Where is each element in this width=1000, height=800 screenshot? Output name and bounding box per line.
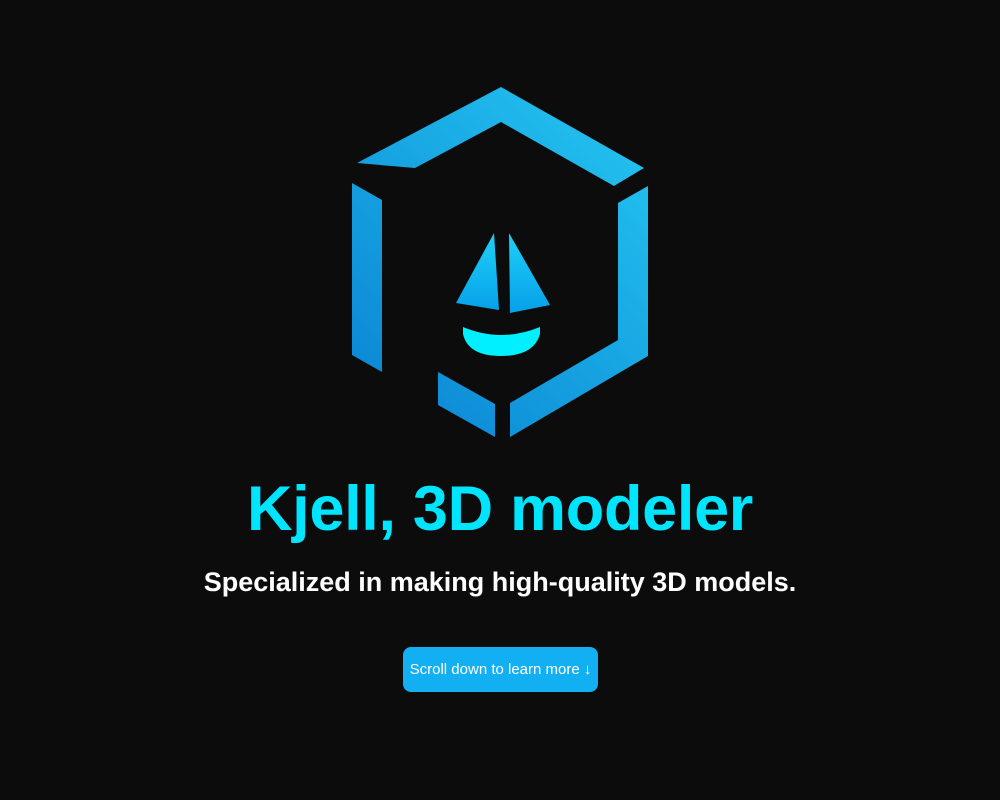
page-title: Kjell, 3D modeler bbox=[246, 474, 754, 544]
boat-hull bbox=[463, 327, 540, 356]
page-subtitle: Specialized in making high-quality 3D mo… bbox=[203, 567, 797, 597]
sail-right bbox=[509, 233, 550, 313]
sailboat-logo-icon bbox=[352, 87, 648, 437]
sail-left bbox=[456, 233, 499, 310]
logo-frame-right-segment bbox=[510, 186, 648, 437]
logo-frame-top-segment bbox=[357, 87, 644, 186]
scroll-down-button[interactable]: Scroll down to learn more ↓ bbox=[403, 647, 598, 692]
logo-frame-left-segment bbox=[352, 183, 382, 372]
logo-frame-bottom-segment bbox=[438, 372, 495, 437]
